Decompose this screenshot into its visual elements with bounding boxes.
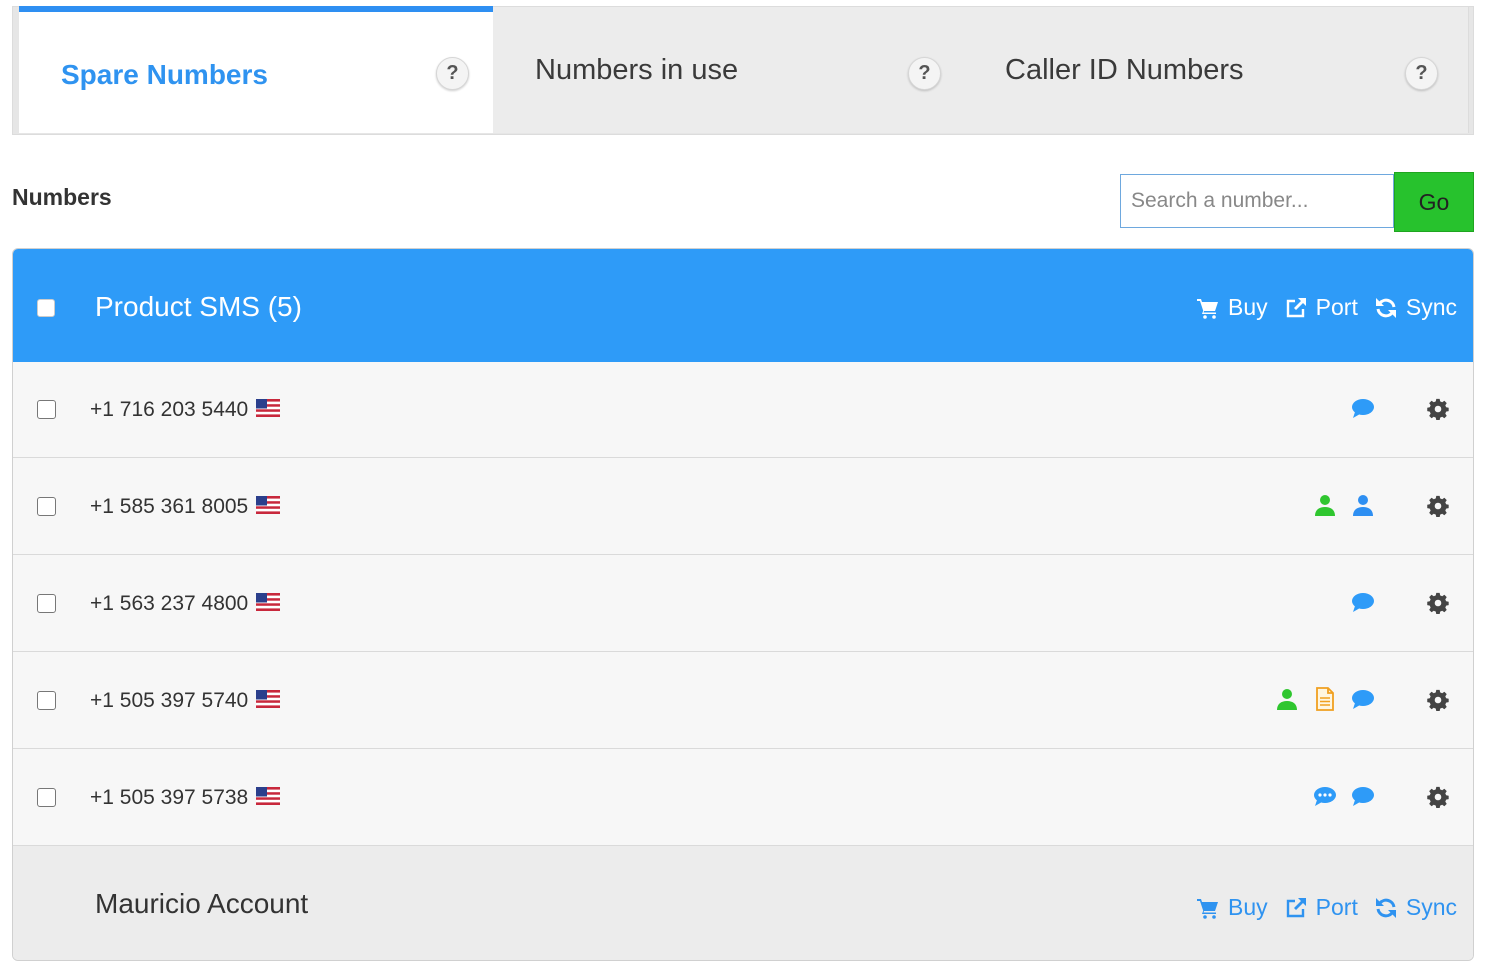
sms-icon[interactable]: [1351, 687, 1375, 711]
number-capabilities: [1313, 493, 1375, 517]
refresh-icon: [1375, 297, 1396, 318]
chat-dots-icon[interactable]: [1313, 784, 1337, 808]
refresh-icon: [1375, 897, 1396, 918]
user-blue-icon[interactable]: [1351, 493, 1375, 517]
row-checkbox[interactable]: [37, 691, 56, 710]
sync-button[interactable]: Sync: [1374, 894, 1457, 921]
group-header: Product SMS (5) Buy Port Sync: [13, 249, 1473, 362]
tab-label: Spare Numbers: [61, 59, 268, 90]
sms-icon[interactable]: [1351, 396, 1375, 420]
row-checkbox[interactable]: [37, 497, 56, 516]
group-select-checkbox[interactable]: [37, 299, 55, 317]
document-icon[interactable]: [1313, 687, 1337, 711]
group-header: Mauricio Account Buy Port Sync: [13, 846, 1473, 960]
group-title: Mauricio Account: [95, 888, 309, 919]
us-flag-icon: [256, 496, 280, 514]
help-icon[interactable]: ?: [908, 57, 941, 90]
gear-icon[interactable]: [1427, 495, 1449, 517]
user-green-icon[interactable]: [1275, 687, 1299, 711]
phone-number: +1 716 203 5440: [90, 398, 249, 421]
tab-caller-id-numbers[interactable]: Caller ID Numbers ?: [965, 7, 1469, 133]
group-actions: Buy Port Sync: [1196, 294, 1457, 321]
port-button[interactable]: Port: [1284, 894, 1358, 921]
buy-button[interactable]: Buy: [1196, 894, 1268, 921]
row-checkbox[interactable]: [37, 788, 56, 807]
number-row: +1 716 203 5440: [13, 362, 1473, 458]
numbers-panel: Product SMS (5) Buy Port Sync +1 716 203…: [12, 248, 1474, 961]
buy-label: Buy: [1228, 294, 1268, 320]
section-title: Numbers: [12, 184, 112, 210]
cart-icon: [1197, 298, 1219, 319]
us-flag-icon: [256, 690, 280, 708]
number-capabilities: [1275, 687, 1375, 711]
number-tabs: Spare Numbers ? Numbers in use ? Caller …: [12, 6, 1474, 135]
number-capabilities: [1313, 784, 1375, 808]
go-button[interactable]: Go: [1394, 172, 1474, 232]
gear-icon[interactable]: [1427, 786, 1449, 808]
row-checkbox[interactable]: [37, 400, 56, 419]
group-actions: Buy Port Sync: [1196, 894, 1457, 921]
help-icon[interactable]: ?: [436, 57, 469, 90]
number-capabilities: [1351, 590, 1375, 614]
phone-number: +1 505 397 5738: [90, 786, 249, 809]
sync-label: Sync: [1405, 294, 1457, 320]
user-green-icon[interactable]: [1313, 493, 1337, 517]
number-row: +1 585 361 8005: [13, 459, 1473, 555]
external-link-icon: [1286, 897, 1306, 917]
group-title: Product SMS (5): [95, 291, 302, 322]
external-link-icon: [1286, 297, 1306, 317]
phone-number: +1 505 397 5740: [90, 689, 249, 712]
us-flag-icon: [256, 787, 280, 805]
help-icon[interactable]: ?: [1405, 57, 1438, 90]
sync-button[interactable]: Sync: [1374, 294, 1457, 321]
gear-icon[interactable]: [1427, 398, 1449, 420]
buy-button[interactable]: Buy: [1196, 294, 1268, 321]
port-button[interactable]: Port: [1284, 294, 1358, 321]
port-label: Port: [1315, 894, 1358, 920]
us-flag-icon: [256, 593, 280, 611]
number-row: +1 563 237 4800: [13, 556, 1473, 652]
tab-label: Caller ID Numbers: [1005, 54, 1244, 86]
gear-icon[interactable]: [1427, 592, 1449, 614]
cart-icon: [1197, 898, 1219, 919]
tab-label: Numbers in use: [535, 54, 739, 86]
number-row: +1 505 397 5738: [13, 750, 1473, 846]
gear-icon[interactable]: [1427, 689, 1449, 711]
sms-icon[interactable]: [1351, 590, 1375, 614]
tab-spare-numbers[interactable]: Spare Numbers ?: [19, 6, 493, 133]
number-row: +1 505 397 5740: [13, 653, 1473, 749]
us-flag-icon: [256, 399, 280, 417]
search-input[interactable]: [1120, 174, 1394, 228]
phone-number: +1 563 237 4800: [90, 592, 249, 615]
tab-numbers-in-use[interactable]: Numbers in use ?: [493, 7, 965, 133]
row-checkbox[interactable]: [37, 594, 56, 613]
sync-label: Sync: [1405, 894, 1457, 920]
phone-number: +1 585 361 8005: [90, 495, 249, 518]
buy-label: Buy: [1228, 894, 1268, 920]
number-capabilities: [1351, 396, 1375, 420]
port-label: Port: [1315, 294, 1358, 320]
sms-icon[interactable]: [1351, 784, 1375, 808]
